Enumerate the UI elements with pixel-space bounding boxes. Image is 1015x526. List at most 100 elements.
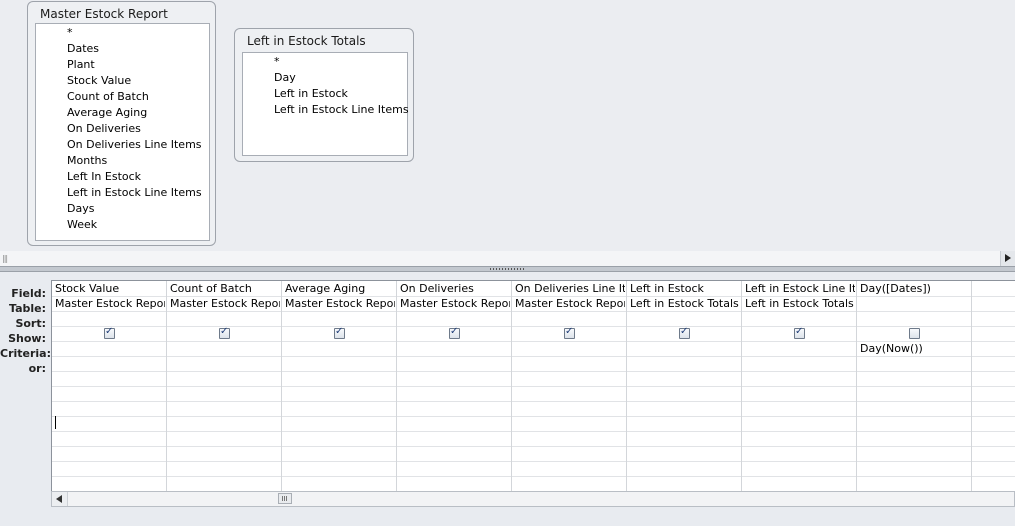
grid-cell-or[interactable]: [630, 356, 740, 371]
table-pane-scrollbar[interactable]: |||: [0, 251, 1015, 266]
row-label-sort: Sort:: [15, 317, 46, 330]
grid-cell-sort[interactable]: [745, 311, 855, 326]
grid-cell-criteria[interactable]: [630, 341, 740, 356]
field-item[interactable]: *: [274, 54, 280, 70]
grid-cell-or[interactable]: [285, 356, 395, 371]
grid-cell-criteria[interactable]: [55, 341, 165, 356]
field-item[interactable]: *: [67, 25, 73, 41]
grid-cell-criteria[interactable]: Day(Now()): [860, 341, 970, 356]
grid-cell-field[interactable]: Day([Dates]): [860, 281, 970, 296]
grid-column[interactable]: Stock Value Master Estock Report: [52, 281, 167, 491]
row-label-criteria: Criteria:: [0, 347, 52, 360]
query-design-grid[interactable]: Stock ValueMaster Estock ReportCount of …: [51, 280, 1015, 491]
field-item[interactable]: On Deliveries: [67, 121, 141, 137]
grid-column[interactable]: Left in Estock Line IterLeft in Estock T…: [742, 281, 857, 491]
grid-cell-field[interactable]: Average Aging: [285, 281, 395, 296]
grid-cell-or[interactable]: [55, 356, 165, 371]
field-item[interactable]: Left in Estock: [274, 86, 348, 102]
scroll-thumb[interactable]: [278, 493, 292, 504]
grid-column[interactable]: On Deliveries Line IterMaster Estock Rep…: [512, 281, 627, 491]
grid-column[interactable]: Left in Estock Left in Estock Totals: [627, 281, 742, 491]
row-label-show: Show:: [8, 332, 46, 345]
field-item[interactable]: Left in Estock Line Items: [67, 185, 202, 201]
grid-cell-table[interactable]: [860, 296, 970, 311]
grid-cell-sort[interactable]: [860, 311, 970, 326]
grid-cell-table[interactable]: Left in Estock Totals: [745, 296, 855, 311]
grid-cell-or[interactable]: [745, 356, 855, 371]
field-item[interactable]: Plant: [67, 57, 95, 73]
show-checkbox[interactable]: [104, 326, 115, 339]
scroll-grip-icon: |||: [2, 254, 8, 263]
table-pane: Master Estock Report * Dates Plant Stock Va…: [0, 0, 1015, 251]
grid-horizontal-scrollbar[interactable]: [51, 491, 1015, 507]
grid-cell-field[interactable]: [975, 281, 1015, 296]
grid-cell-sort[interactable]: [55, 311, 165, 326]
show-checkbox[interactable]: [564, 326, 575, 339]
grid-cell-sort[interactable]: [285, 311, 395, 326]
scroll-left-arrow-icon[interactable]: [52, 492, 68, 506]
grid-cell-criteria[interactable]: [170, 341, 280, 356]
field-list-box[interactable]: * Dates Plant Stock Value Count of Batch Aver…: [35, 23, 210, 241]
grid-cell-table[interactable]: Master Estock Report: [55, 296, 165, 311]
table-field-list-master-estock-report[interactable]: Master Estock Report * Dates Plant Stock Va…: [27, 1, 216, 246]
table-title[interactable]: Master Estock Report: [40, 7, 168, 21]
grid-cell-sort[interactable]: [975, 311, 1015, 326]
grid-cell-field[interactable]: On Deliveries: [400, 281, 510, 296]
grid-column[interactable]: [972, 281, 1015, 491]
grid-cell-or[interactable]: [400, 356, 510, 371]
field-item[interactable]: Days: [67, 201, 94, 217]
grid-cell-criteria[interactable]: [285, 341, 395, 356]
grid-cell-field[interactable]: Stock Value: [55, 281, 165, 296]
grid-cell-criteria[interactable]: [975, 341, 1015, 356]
field-item[interactable]: Dates: [67, 41, 99, 57]
grid-cell-or[interactable]: [975, 356, 1015, 371]
show-checkbox[interactable]: [679, 326, 690, 339]
row-label-or: or:: [28, 362, 46, 375]
show-checkbox[interactable]: [794, 326, 805, 339]
field-item[interactable]: On Deliveries Line Items: [67, 137, 202, 153]
scroll-right-arrow-icon[interactable]: [1000, 251, 1015, 266]
grid-cell-field[interactable]: Left in Estock: [630, 281, 740, 296]
field-list-box[interactable]: * Day Left in Estock Left in Estock Line It…: [242, 52, 409, 156]
text-cursor: [55, 416, 56, 429]
field-item[interactable]: Left In Estock: [67, 169, 141, 185]
grid-cell-sort[interactable]: [400, 311, 510, 326]
field-item[interactable]: Day: [274, 70, 296, 86]
grid-cell-table[interactable]: [975, 296, 1015, 311]
grid-cell-table[interactable]: Master Estock Report: [285, 296, 395, 311]
grid-column[interactable]: On Deliveries Master Estock Report: [397, 281, 512, 491]
grid-cell-criteria[interactable]: [745, 341, 855, 356]
table-field-list-left-in-estock-totals[interactable]: Left in Estock Totals * Day Left in Estock…: [234, 28, 414, 162]
grid-cell-or[interactable]: [170, 356, 280, 371]
show-checkbox[interactable]: [909, 328, 920, 339]
grid-cell-sort[interactable]: [170, 311, 280, 326]
grid-cell-table[interactable]: Master Estock Report: [400, 296, 510, 311]
field-item[interactable]: Months: [67, 153, 107, 169]
grid-cell-table[interactable]: Master Estock Report: [170, 296, 280, 311]
grid-cell-table[interactable]: Left in Estock Totals: [630, 296, 740, 311]
field-item[interactable]: Stock Value: [67, 73, 131, 89]
splitter-grip-icon: [490, 268, 526, 270]
row-label-table: Table:: [8, 302, 46, 315]
grid-column[interactable]: Average Aging Master Estock Report: [282, 281, 397, 491]
field-item[interactable]: Week: [67, 217, 97, 233]
show-checkbox[interactable]: [334, 326, 345, 339]
grid-column[interactable]: Day([Dates]) Day(Now()): [857, 281, 972, 491]
grid-cell-or[interactable]: [515, 356, 625, 371]
grid-cell-field[interactable]: On Deliveries Line Iter: [515, 281, 625, 296]
grid-cell-field[interactable]: Left in Estock Line Iter: [745, 281, 855, 296]
grid-cell-or[interactable]: [860, 356, 970, 371]
grid-cell-criteria[interactable]: [515, 341, 625, 356]
table-title[interactable]: Left in Estock Totals: [247, 34, 366, 48]
grid-column[interactable]: Count of Batch Master Estock Report: [167, 281, 282, 491]
field-item[interactable]: Count of Batch: [67, 89, 149, 105]
field-item[interactable]: Average Aging: [67, 105, 147, 121]
grid-cell-sort[interactable]: [630, 311, 740, 326]
field-item[interactable]: Left in Estock Line Items: [274, 102, 409, 118]
show-checkbox[interactable]: [449, 326, 460, 339]
grid-cell-table[interactable]: Master Estock Report: [515, 296, 625, 311]
grid-cell-field[interactable]: Count of Batch: [170, 281, 280, 296]
grid-cell-sort[interactable]: [515, 311, 625, 326]
grid-cell-criteria[interactable]: [400, 341, 510, 356]
show-checkbox[interactable]: [219, 326, 230, 339]
